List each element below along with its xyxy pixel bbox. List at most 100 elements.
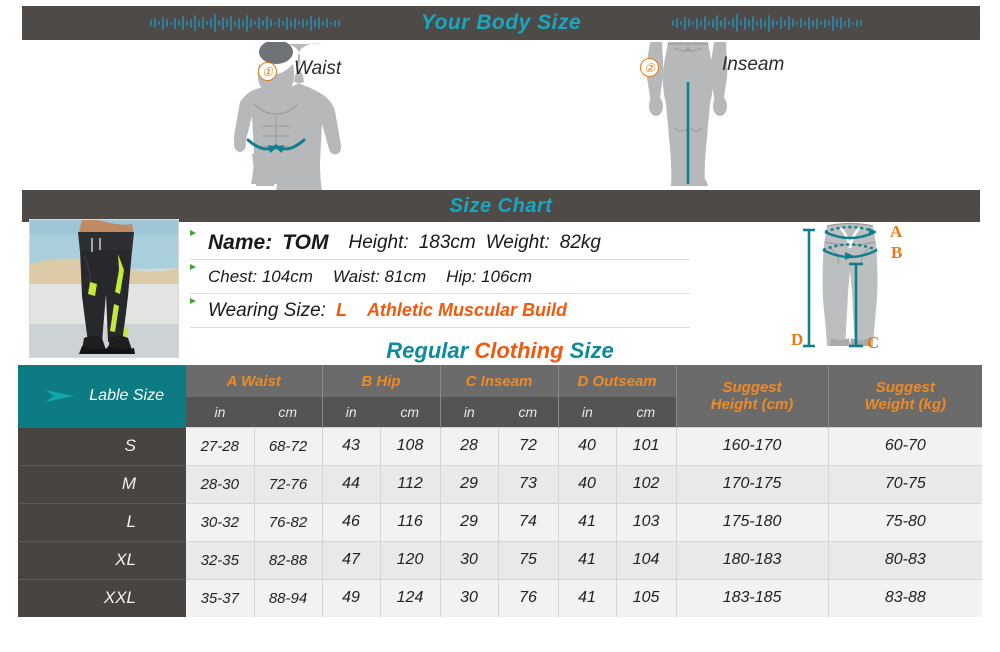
s-waist-cm: 68-72 [254,426,323,465]
waveform-left-icon [150,13,340,33]
title-part-regular: Regular [386,338,469,363]
model-info-line-2: Chest: 104cm Waist: 81cm Hip: 106cm [190,260,690,294]
l-inseam-in: 29 [440,502,499,541]
xl-inseam-in: 30 [440,540,499,579]
m-outseam-cm: 102 [616,464,677,503]
model-info-line-3: Wearing Size: L Athletic Muscular Build [190,294,690,328]
m-inseam-in: 29 [440,464,499,503]
row-size-xxl: XXL [18,578,186,617]
s-hip-cm: 108 [380,426,441,465]
s-weight: 60-70 [828,426,983,465]
s-hip-in: 43 [322,426,381,465]
waveform-right-icon [672,13,862,33]
figure-label-waist: Waist [294,58,342,79]
xl-outseam-cm: 104 [616,540,677,579]
table-row: XL 32-35 82-88 47 120 30 75 41 104 180-1… [18,540,983,579]
xxl-hip-in: 49 [322,578,381,617]
suggest-height-line2: Height (cm) [710,395,794,413]
col-header-waist: A Waist [186,365,323,397]
figure-badge-2: ② [640,58,659,77]
col-header-hip: B Hip [322,365,441,397]
col-header-outseam: D Outseam [558,365,677,397]
m-weight: 70-75 [828,464,983,503]
body-figures-area: ① Waist ② Inseam [22,40,980,192]
table-header-row-1: Lable Size A Waist B Hip C Inseam D Outs… [18,365,983,427]
unit-hip-in: in [322,397,380,427]
l-height: 175-180 [676,502,829,541]
unit-outseam-in: in [558,397,617,427]
figure-label-inseam: Inseam [722,54,785,75]
size-table: Lable Size A Waist B Hip C Inseam D Outs… [18,365,983,617]
size-chart-title: Size Chart [449,194,553,217]
model-hip: Hip: 106cm [446,266,533,286]
xxl-outseam-in: 41 [558,578,617,617]
xl-waist-in: 32-35 [186,540,255,579]
xxl-hip-cm: 124 [380,578,441,617]
table-row: M 28-30 72-76 44 112 29 73 40 102 170-17… [18,464,983,503]
body-size-title: Your Body Size [420,11,582,34]
xxl-outseam-cm: 105 [616,578,677,617]
model-info-line-1: Name: TOM Height: 183cm Weight: 82kg [190,226,690,260]
pants-label-a: A [890,222,903,241]
table-row: L 30-32 76-82 46 116 29 74 41 103 175-18… [18,502,983,541]
table-row: S 27-28 68-72 43 108 28 72 40 101 160-17… [18,426,983,465]
figure-badge-1: ① [258,62,277,81]
l-weight: 75-80 [828,502,983,541]
s-waist-in: 27-28 [186,426,255,465]
model-weight-label: Weight: [485,231,550,253]
regular-clothing-size-title: Regular Clothing Size [0,338,1000,364]
row-size-l: L [18,502,186,541]
model-name-value: TOM [282,230,329,254]
lable-size-header: Lable Size [18,365,186,427]
xl-weight: 80-83 [828,540,983,579]
col-header-suggest-height: Suggest Height (cm) [676,365,829,427]
xl-waist-cm: 82-88 [254,540,323,579]
row-size-m: M [18,464,186,503]
l-waist-in: 30-32 [186,502,255,541]
dart-arrow-icon [45,389,74,402]
xl-hip-cm: 120 [380,540,441,579]
m-height: 170-175 [676,464,829,503]
joggers-outline-icon [803,222,878,348]
m-inseam-cm: 73 [498,464,559,503]
unit-waist-cm: cm [254,397,323,427]
l-hip-in: 46 [322,502,381,541]
table-row: XXL 35-37 88-94 49 124 30 76 41 105 183-… [18,578,983,617]
col-header-suggest-weight: Suggest Weight (kg) [828,365,983,427]
l-outseam-cm: 103 [616,502,677,541]
l-waist-cm: 76-82 [254,502,323,541]
lable-size-text: Lable Size [89,386,164,404]
model-height-label: Height: [348,231,409,253]
wearing-size-value: L [335,300,347,320]
xl-inseam-cm: 75 [498,540,559,579]
pants-measurement-diagram: A B C D [785,218,930,358]
wearing-size-label: Wearing Size: [208,299,326,321]
col-header-inseam: C Inseam [440,365,559,397]
s-height: 160-170 [676,426,829,465]
s-inseam-in: 28 [440,426,499,465]
xl-hip-in: 47 [322,540,381,579]
unit-inseam-in: in [440,397,499,427]
unit-waist-in: in [186,397,254,427]
s-outseam-in: 40 [558,426,617,465]
m-hip-in: 44 [322,464,381,503]
unit-outseam-cm: cm [616,397,677,427]
xxl-waist-cm: 88-94 [254,578,323,617]
xxl-inseam-in: 30 [440,578,499,617]
model-weight-value: 82kg [559,231,601,253]
xl-height: 180-183 [676,540,829,579]
xxl-weight: 83-88 [828,578,983,617]
xxl-height: 183-185 [676,578,829,617]
model-info-block: Name: TOM Height: 183cm Weight: 82kg Che… [190,226,690,330]
title-part-clothing: Clothing [474,338,564,363]
l-inseam-cm: 74 [498,502,559,541]
m-waist-cm: 72-76 [254,464,323,503]
m-hip-cm: 112 [380,464,441,503]
m-outseam-in: 40 [558,464,617,503]
model-height-value: 183cm [418,231,476,253]
suggest-weight-line2: Weight (kg) [864,395,946,413]
size-chart-page: Your Body Size ① Waist ② Inseam Size Cha… [0,0,1000,652]
model-wearing-joggers-image [30,220,178,357]
s-inseam-cm: 72 [498,426,559,465]
suggest-weight-line1: Suggest [875,378,935,396]
